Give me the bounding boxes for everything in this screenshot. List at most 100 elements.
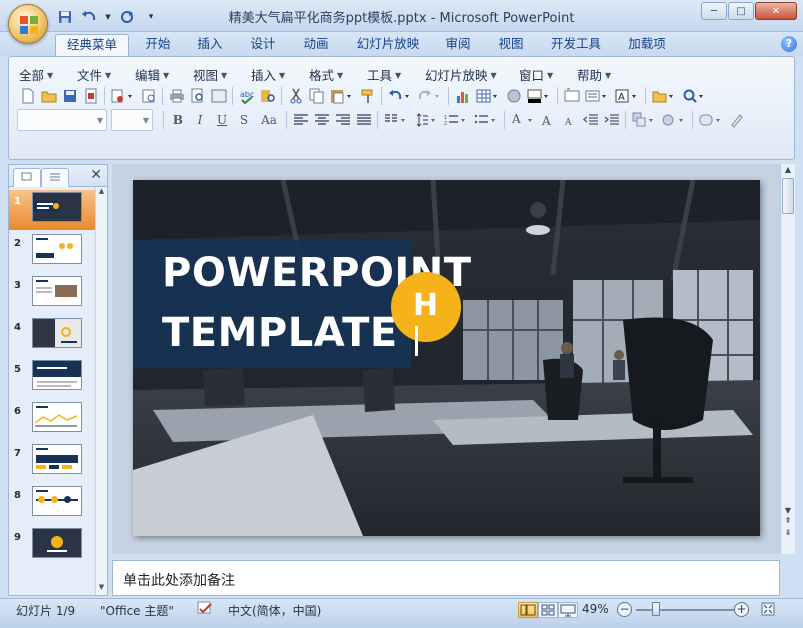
office-button[interactable] (8, 4, 48, 44)
tab-home[interactable]: 开始 (138, 34, 178, 56)
print-icon[interactable] (166, 86, 187, 106)
tab-animation[interactable]: 动画 (296, 34, 336, 56)
tab-addins[interactable]: 加载项 (621, 34, 673, 56)
tab-slides[interactable] (13, 168, 41, 187)
slide-thumb-row[interactable]: 2 (9, 232, 97, 272)
next-slide-icon[interactable]: ⇟ (781, 528, 795, 537)
publish-pdf-icon[interactable] (80, 86, 101, 106)
line-spacing-icon[interactable] (411, 110, 441, 130)
minimize-button[interactable]: ─ (701, 2, 727, 20)
slide-thumb-row[interactable]: 8 (9, 484, 97, 524)
tab-view[interactable]: 视图 (491, 34, 531, 56)
shrink-font-icon[interactable]: A (559, 110, 580, 130)
language-indicator[interactable]: 中文(简体，中国) (228, 602, 321, 619)
format-painter-icon[interactable] (357, 86, 378, 106)
menu-file[interactable]: 文件 ▼ (77, 65, 111, 84)
page-setup-icon[interactable] (208, 86, 229, 106)
undo-icon[interactable] (385, 86, 415, 106)
bullets-icon[interactable] (471, 110, 501, 130)
menu-insert[interactable]: 插入 ▼ (251, 65, 285, 84)
menu-format[interactable]: 格式 ▼ (309, 65, 343, 84)
clip-art-icon[interactable] (503, 86, 524, 106)
new-slide-icon[interactable] (561, 86, 582, 106)
attach-icon[interactable] (138, 86, 159, 106)
underline-button[interactable]: U (211, 110, 233, 130)
menu-slideshow[interactable]: 幻灯片放映 ▼ (425, 65, 497, 84)
save-icon[interactable] (59, 86, 80, 106)
italic-button[interactable]: I (189, 110, 211, 130)
spell-check-icon[interactable] (196, 600, 214, 619)
previous-slide-icon[interactable]: ⇞ (781, 516, 795, 525)
slide-thumb-row[interactable]: 6 (9, 400, 97, 440)
numbering-icon[interactable]: 12 (441, 110, 471, 130)
slide-scrollbar[interactable]: ▲ ▼ ⇞ ⇟ (780, 164, 795, 554)
menu-view[interactable]: 视图 ▼ (193, 65, 227, 84)
menu-all[interactable]: 全部 ▼ (19, 65, 53, 84)
zoom-slider-handle[interactable] (652, 602, 660, 616)
insert-table-icon[interactable] (473, 86, 503, 106)
tab-design[interactable]: 设计 (243, 34, 283, 56)
arrange-icon[interactable] (629, 110, 659, 130)
normal-view-button[interactable] (518, 602, 538, 618)
slides-pane-scrollbar[interactable]: ▲ ▼ (95, 187, 107, 595)
menu-edit[interactable]: 编辑 ▼ (135, 65, 169, 84)
research-icon[interactable] (257, 86, 278, 106)
scroll-thumb[interactable] (782, 178, 794, 214)
scroll-down-icon[interactable]: ▼ (96, 583, 107, 595)
scroll-up-icon[interactable]: ▲ (96, 187, 107, 199)
font-name-combo[interactable]: ▼ (17, 109, 107, 131)
permission-icon[interactable] (108, 86, 138, 106)
tab-review[interactable]: 审阅 (438, 34, 478, 56)
font-color-icon[interactable]: A (508, 110, 538, 130)
copy-icon[interactable] (306, 86, 327, 106)
notes-pane[interactable]: 单击此处添加备注 (112, 560, 780, 596)
scroll-down-icon[interactable]: ▼ (781, 506, 795, 515)
shapes-icon[interactable] (659, 110, 689, 130)
align-left-icon[interactable] (290, 110, 311, 130)
slide-canvas[interactable]: POWERPOINT TEMPLATE H (133, 180, 760, 536)
find-icon[interactable] (679, 86, 709, 106)
decrease-indent-icon[interactable] (580, 110, 601, 130)
slide-thumb-row[interactable]: 3 (9, 274, 97, 314)
increase-indent-icon[interactable] (601, 110, 622, 130)
change-case-button[interactable]: Aa (255, 110, 283, 130)
align-right-icon[interactable] (332, 110, 353, 130)
scroll-up-icon[interactable]: ▲ (781, 165, 795, 174)
zoom-slider-track[interactable] (636, 609, 736, 611)
shape-outline-icon[interactable] (726, 110, 747, 130)
zoom-out-button[interactable]: − (617, 602, 632, 617)
spelling-icon[interactable]: abc (236, 86, 257, 106)
open-folder-icon[interactable] (38, 86, 59, 106)
zoom-in-button[interactable]: + (734, 602, 749, 617)
columns-icon[interactable] (381, 110, 411, 130)
tab-developer[interactable]: 开发工具 (543, 34, 609, 56)
text-box-icon[interactable]: A (612, 86, 642, 106)
layout-icon[interactable] (582, 86, 612, 106)
paste-icon[interactable] (327, 86, 357, 106)
cut-icon[interactable] (285, 86, 306, 106)
open-recent-icon[interactable] (649, 86, 679, 106)
tab-slideshow[interactable]: 幻灯片放映 (349, 34, 427, 56)
font-size-combo[interactable]: ▼ (111, 109, 153, 131)
close-button[interactable]: ✕ (755, 2, 797, 20)
close-pane-icon[interactable]: ✕ (90, 167, 102, 183)
tab-outline[interactable] (41, 168, 69, 187)
menu-tools[interactable]: 工具 ▼ (367, 65, 401, 84)
grow-font-icon[interactable]: A (538, 110, 559, 130)
insert-chart-icon[interactable] (452, 86, 473, 106)
notes-placeholder[interactable]: 单击此处添加备注 (123, 570, 235, 590)
redo-icon[interactable] (415, 86, 445, 106)
menu-help[interactable]: 帮助 ▼ (577, 65, 611, 84)
slide-thumb-row[interactable]: 4 (9, 316, 97, 356)
zoom-level[interactable]: 49% (582, 602, 609, 616)
shape-fill-icon[interactable] (696, 110, 726, 130)
maximize-button[interactable]: □ (728, 2, 754, 20)
slide-thumb-row[interactable]: 5 (9, 358, 97, 398)
align-center-icon[interactable] (311, 110, 332, 130)
justify-icon[interactable] (353, 110, 374, 130)
tab-insert[interactable]: 插入 (190, 34, 230, 56)
color-fill-icon[interactable] (524, 86, 554, 106)
new-document-icon[interactable] (17, 86, 38, 106)
slide-thumb-row[interactable]: 1 (9, 190, 97, 230)
slide-thumb-row[interactable]: 7 (9, 442, 97, 482)
